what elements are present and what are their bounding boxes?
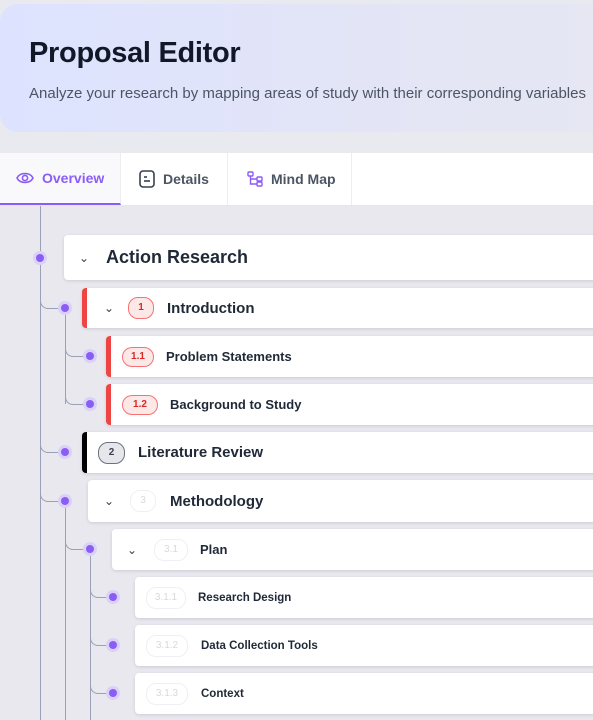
chevron-down-icon[interactable]: ⌄ [102,301,116,315]
tree-connector [90,674,110,694]
node-label: Context [201,687,244,700]
node-number-badge: 3.1.3 [146,682,188,705]
node-dot [86,352,94,360]
tree-node-literature-review[interactable]: 2 Literature Review [82,432,593,473]
tree-node-background-to-study[interactable]: 1.2 Background to Study [106,384,593,425]
tree-view: ⌄ Action Research ⌄ 1 Introduction 1.1 P… [0,206,593,720]
node-number-badge: 3.1 [154,538,188,561]
tree-connector [40,289,61,309]
node-label: Data Collection Tools [201,639,318,652]
page-title: Proposal Editor [29,37,241,69]
tree-node-problem-statements[interactable]: 1.1 Problem Statements [106,336,593,377]
tab-mind-map[interactable]: Mind Map [228,153,352,205]
node-number-badge: 3.1.1 [146,586,186,609]
node-number-badge: 1.2 [122,394,158,415]
tab-mind-map-label: Mind Map [271,171,336,187]
node-dot [36,254,44,262]
page-subtitle: Analyze your research by mapping areas o… [29,85,586,102]
node-label: Introduction [167,299,255,317]
tree-node-action-research[interactable]: ⌄ Action Research [64,235,593,280]
tab-details[interactable]: Details [121,153,228,205]
tree-node-research-design[interactable]: 3.1.1 Research Design [135,577,593,618]
tab-details-label: Details [163,171,209,187]
chevron-down-icon[interactable]: ⌄ [77,251,91,265]
node-label: Research Design [198,591,292,604]
tree-connector [40,433,61,453]
node-number-badge: 3.1.2 [146,634,188,657]
chevron-down-icon[interactable]: ⌄ [102,494,116,508]
tree-connector [90,626,110,646]
node-label: Literature Review [138,444,264,461]
node-label: Background to Study [170,397,302,412]
tree-connector [40,482,61,502]
tree-node-context[interactable]: 3.1.3 Context [135,673,593,714]
eye-icon [16,172,34,184]
tab-overview[interactable]: Overview [0,153,121,205]
tree-node-introduction[interactable]: ⌄ 1 Introduction [82,288,593,328]
chevron-down-icon[interactable]: ⌄ [125,543,139,557]
node-number-badge: 3 [130,490,156,512]
node-dot [61,448,69,456]
node-number-badge: 2 [98,441,125,464]
tab-overview-label: Overview [42,170,105,186]
node-dot [109,689,117,697]
tree-connector [40,206,41,720]
tree-node-data-collection-tools[interactable]: 3.1.2 Data Collection Tools [135,625,593,666]
node-label: Action Research [106,247,249,267]
node-label: Problem Statements [166,349,292,364]
node-dot [109,593,117,601]
node-dot [61,304,69,312]
node-number-badge: 1.1 [122,346,154,367]
tree-node-plan[interactable]: ⌄ 3.1 Plan [112,529,593,570]
tree-connector [65,337,86,357]
node-dot [86,400,94,408]
node-dot [61,497,69,505]
tree-connector [65,530,86,550]
tree-node-methodology[interactable]: ⌄ 3 Methodology [88,480,593,522]
document-icon [139,170,155,188]
mind-map-icon [247,171,263,187]
node-number-badge: 1 [128,297,154,319]
page-header: Proposal Editor Analyze your research by… [0,4,593,132]
node-label: Methodology [170,492,264,510]
node-label: Plan [200,542,228,557]
tree-connector [65,385,86,405]
tab-bar: Overview Details Mind Map [0,153,593,206]
node-dot [109,641,117,649]
node-dot [86,545,94,553]
tree-connector [90,578,110,598]
